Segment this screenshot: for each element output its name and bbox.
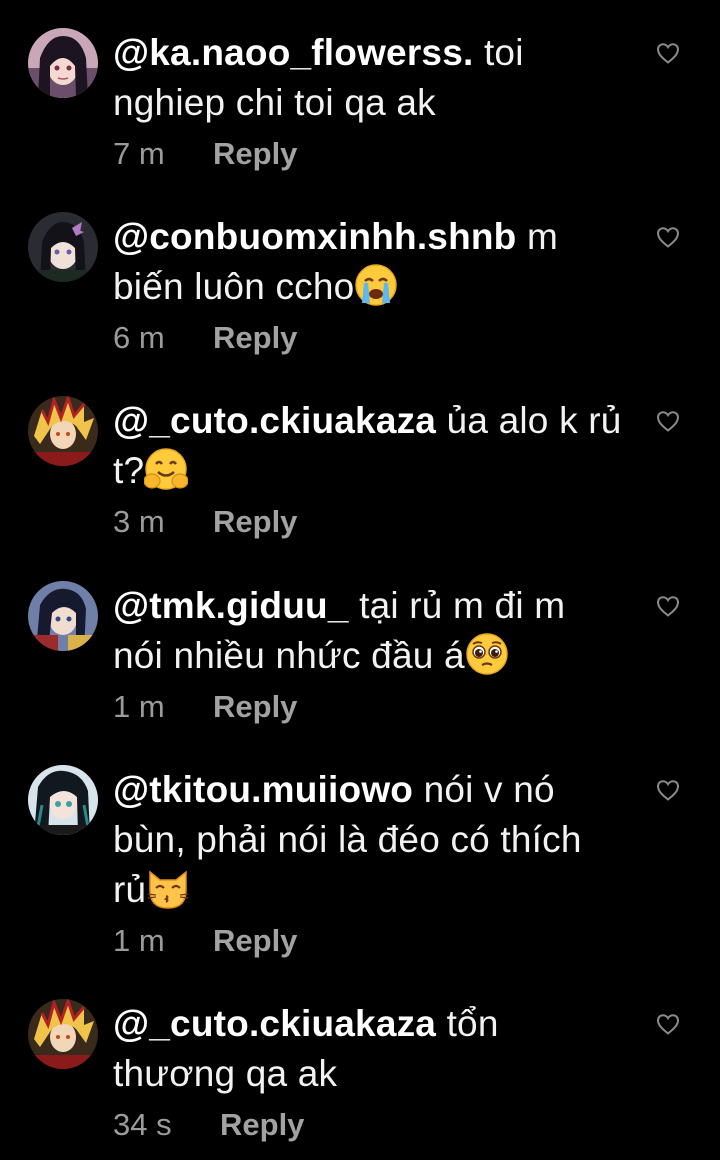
comment-meta: 1 m Reply <box>113 687 297 727</box>
reply-button[interactable]: Reply <box>213 689 297 724</box>
comment-meta: 7 m Reply <box>113 134 297 174</box>
avatar[interactable] <box>28 28 98 98</box>
anime-girl-butterfly-avatar <box>28 212 98 282</box>
anime-flame-hair-avatar <box>28 396 98 466</box>
comment-time: 3 m <box>113 504 165 539</box>
avatar[interactable] <box>28 765 98 835</box>
comment-time: 1 m <box>113 689 165 724</box>
anime-boy-teal-eyes-avatar <box>28 765 98 835</box>
comment-username[interactable]: @_cuto.ckiuakaza <box>113 1003 436 1044</box>
reply-button[interactable]: Reply <box>213 504 297 539</box>
hugging-face-icon <box>144 447 189 491</box>
kissing-cat-icon <box>148 870 189 909</box>
heart-outline-icon[interactable] <box>656 226 680 248</box>
heart-outline-icon[interactable] <box>656 42 680 64</box>
comment-text: @_cuto.ckiuakaza tổn thương qa ak <box>113 999 623 1099</box>
comment-text: @ka.naoo_flowerss. toi nghiep chi toi qa… <box>113 28 623 128</box>
comment-username[interactable]: @conbuomxinhh.shnb <box>113 216 516 257</box>
comment-username[interactable]: @tmk.giduu_ <box>113 585 349 626</box>
comment-meta: 1 m Reply <box>113 921 297 961</box>
anime-flame-hair-avatar <box>28 999 98 1069</box>
comment-username[interactable]: @ka.naoo_flowerss. <box>113 32 473 73</box>
heart-outline-icon[interactable] <box>656 1013 680 1035</box>
comment-meta: 6 m Reply <box>113 318 297 358</box>
comment-username[interactable]: @tkitou.muiiowo <box>113 769 413 810</box>
pleading-face-icon <box>465 632 509 676</box>
heart-outline-icon[interactable] <box>656 779 680 801</box>
avatar[interactable] <box>28 212 98 282</box>
comment-text: @tkitou.muiiowo nói v nó bùn, phải nói l… <box>113 765 623 915</box>
comment-username[interactable]: @_cuto.ckiuakaza <box>113 400 436 441</box>
avatar[interactable] <box>28 396 98 466</box>
reply-button[interactable]: Reply <box>213 923 297 958</box>
comment-meta: 3 m Reply <box>113 502 297 542</box>
avatar[interactable] <box>28 581 98 651</box>
reply-button[interactable]: Reply <box>220 1107 304 1142</box>
comment-time: 1 m <box>113 923 165 958</box>
avatar[interactable] <box>28 999 98 1069</box>
comment-time: 34 s <box>113 1107 172 1142</box>
comment-text: @_cuto.ckiuakaza ủa alo k rủ t? <box>113 396 623 496</box>
heart-outline-icon[interactable] <box>656 595 680 617</box>
heart-outline-icon[interactable] <box>656 410 680 432</box>
comment-text: @tmk.giduu_ tại rủ m đi m nói nhiều nhức… <box>113 581 623 681</box>
reply-button[interactable]: Reply <box>213 320 297 355</box>
reply-button[interactable]: Reply <box>213 136 297 171</box>
loudly-crying-face-icon <box>354 263 398 307</box>
comment-text: @conbuomxinhh.shnb m biến luôn ccho <box>113 212 623 312</box>
anime-girl-dark-hair-avatar <box>28 28 98 98</box>
comment-time: 6 m <box>113 320 165 355</box>
anime-boy-dark-hair-avatar <box>28 581 98 651</box>
comment-meta: 34 s Reply <box>113 1105 304 1145</box>
comment-time: 7 m <box>113 136 165 171</box>
